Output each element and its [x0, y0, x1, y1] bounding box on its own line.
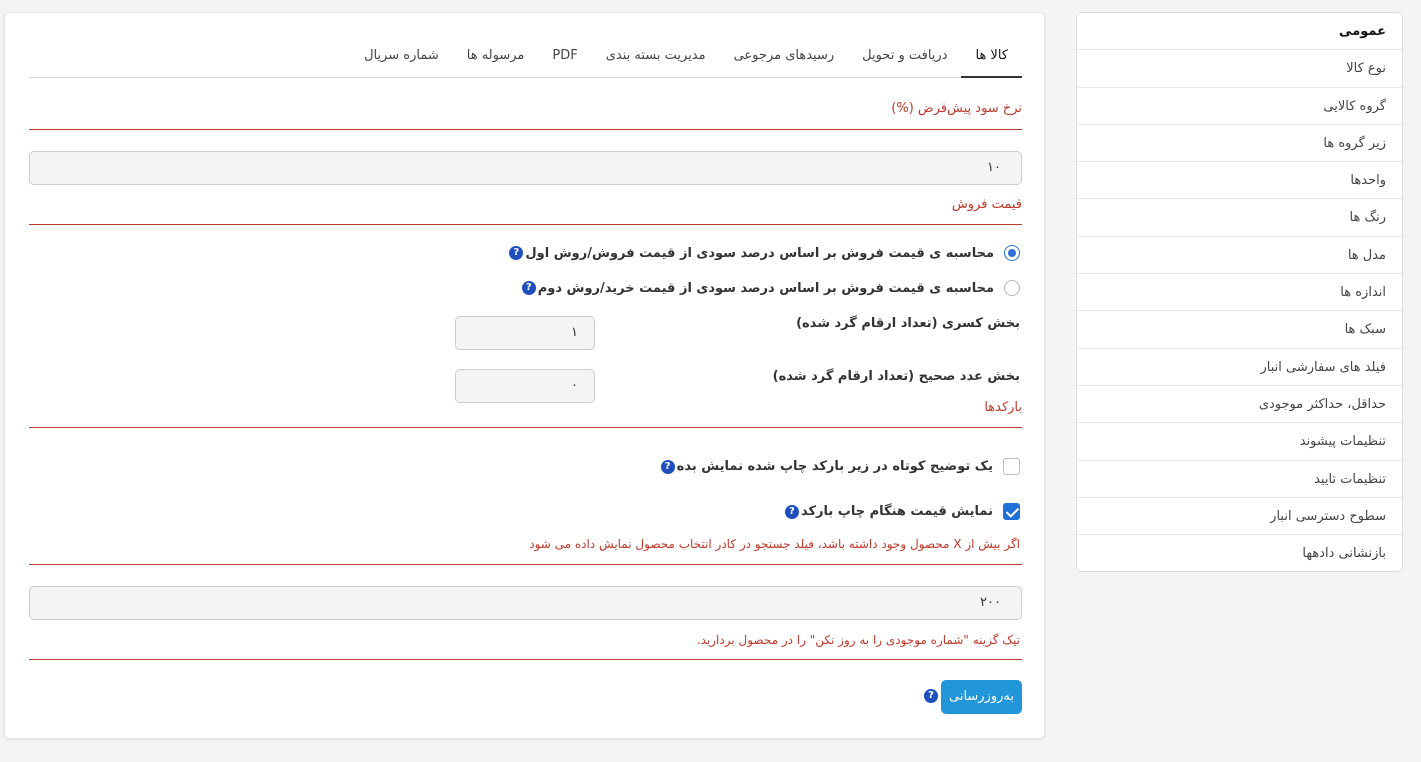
decimal-part-label: بخش کسری (تعداد ارقام گرد شده): [796, 316, 1020, 331]
divider: [29, 427, 1022, 428]
update-button[interactable]: به‌روزرسانی: [941, 680, 1022, 714]
divider: [29, 224, 1022, 225]
help-icon[interactable]: ?: [521, 281, 536, 295]
profit-rate-title: نرخ سود پیش‌فرض (%): [891, 101, 1022, 116]
sidebar-item-colors[interactable]: رنگ ها: [1077, 199, 1402, 237]
sidebar-item-product-type[interactable]: نوع کالا: [1077, 50, 1402, 88]
method-one-label: محاسبه ی قیمت فروش بر اساس درصد سودی از …: [525, 245, 994, 261]
tab-products[interactable]: کالا ها: [961, 41, 1022, 78]
sidebar-item-custom-fields[interactable]: فیلد های سفارشی انبار: [1077, 349, 1402, 386]
sidebar-item-approval-settings[interactable]: تنظیمات تایید: [1077, 461, 1402, 498]
short-desc-checkbox[interactable]: [1003, 458, 1020, 475]
show-price-option[interactable]: نمایش قیمت هنگام چاپ بارکد ?: [784, 503, 1020, 520]
barcodes-title: بارکدها: [984, 400, 1022, 415]
short-desc-label: یک توضیح کوتاه در زیر بارکد چاپ شده نمای…: [676, 459, 993, 474]
divider: [29, 564, 1022, 565]
sidebar-item-access-levels[interactable]: سطوح دسترسی انبار: [1077, 498, 1402, 536]
sidebar-item-styles[interactable]: سبک ها: [1077, 311, 1402, 349]
help-icon[interactable]: ?: [784, 504, 799, 519]
show-price-checkbox[interactable]: [1003, 503, 1020, 520]
sidebar-item-subgroups[interactable]: زیر گروه ها: [1077, 125, 1402, 163]
method-two-label: محاسبه ی قیمت فروش بر اساس درصد سودی از …: [537, 280, 994, 296]
show-price-label: نمایش قیمت هنگام چاپ بارکد: [800, 504, 993, 519]
divider: [29, 129, 1022, 130]
help-icon[interactable]: ?: [924, 689, 938, 703]
tab-bar: کالا ها دریافت و تحویل رسیدهای مرجوعی مد…: [29, 41, 1022, 78]
help-icon[interactable]: ?: [509, 246, 524, 260]
short-desc-option[interactable]: یک توضیح کوتاه در زیر بارکد چاپ شده نمای…: [660, 458, 1020, 475]
tab-serial-numbers[interactable]: شماره سریال: [350, 41, 453, 78]
sidebar-item-prefix-settings[interactable]: تنظیمات پیشوند: [1077, 423, 1402, 461]
search-threshold-input[interactable]: ۲۰۰: [29, 586, 1022, 620]
sidebar-item-sizes[interactable]: اندازه ها: [1077, 274, 1402, 312]
settings-sidebar: عمومی نوع کالا گروه کالایی زیر گروه ها و…: [1076, 12, 1403, 572]
sidebar-item-units[interactable]: واحدها: [1077, 162, 1402, 200]
decimal-part-input[interactable]: ۱: [455, 316, 595, 350]
sidebar-item-product-group[interactable]: گروه کالایی: [1077, 88, 1402, 125]
divider: [29, 659, 1022, 660]
sidebar-item-models[interactable]: مدل ها: [1077, 237, 1402, 275]
help-icon[interactable]: ?: [660, 459, 675, 474]
stock-note: تیک گزینه "شماره موجودی را به روز نکن" ر…: [696, 633, 1020, 647]
method-one-option[interactable]: محاسبه ی قیمت فروش بر اساس درصد سودی از …: [509, 245, 1020, 261]
sidebar-item-reset-data[interactable]: بازنشانی دادهها: [1077, 535, 1402, 571]
settings-panel: کالا ها دریافت و تحویل رسیدهای مرجوعی مد…: [4, 12, 1045, 739]
integer-part-label: بخش عدد صحیح (تعداد ارقام گرد شده): [772, 369, 1020, 384]
sidebar-item-general[interactable]: عمومی: [1077, 13, 1402, 51]
profit-rate-input[interactable]: ۱۰: [29, 151, 1022, 185]
tab-receive-deliver[interactable]: دریافت و تحویل: [848, 41, 961, 78]
tab-packaging[interactable]: مدیریت بسته بندی: [592, 41, 720, 78]
method-one-radio[interactable]: [1004, 245, 1020, 261]
search-threshold-note: اگر بیش از X محصول وجود داشته باشد، فیلد…: [529, 537, 1020, 551]
tab-return-receipts[interactable]: رسیدهای مرجوعی: [720, 41, 849, 78]
method-two-radio[interactable]: [1004, 280, 1020, 296]
method-two-option[interactable]: محاسبه ی قیمت فروش بر اساس درصد سودی از …: [521, 280, 1020, 296]
tab-pdf[interactable]: PDF: [538, 41, 591, 78]
sale-price-title: قیمت فروش: [951, 197, 1022, 212]
sidebar-item-min-max-stock[interactable]: حداقل، حداکثر موجودی: [1077, 386, 1402, 424]
tab-shipments[interactable]: مرسوله ها: [453, 41, 539, 78]
